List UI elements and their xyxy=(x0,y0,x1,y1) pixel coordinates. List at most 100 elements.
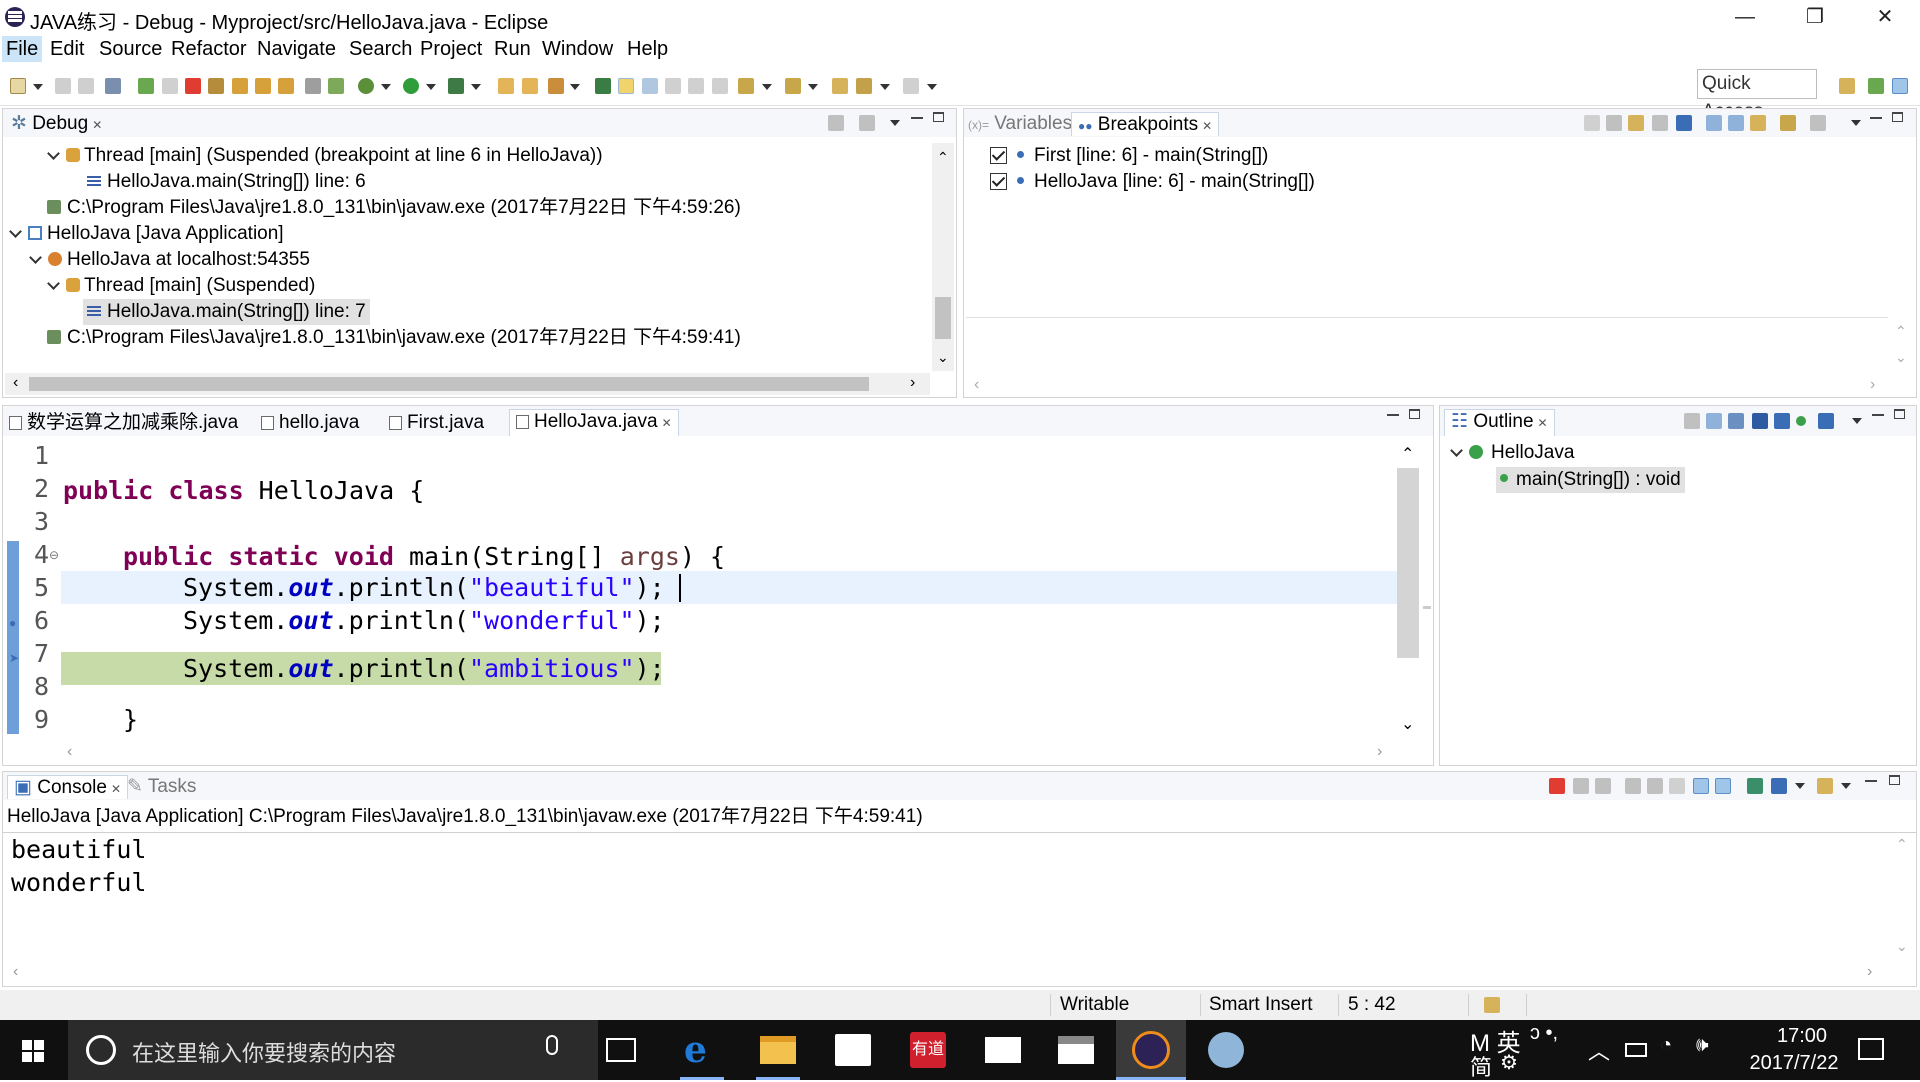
scroll-left-icon[interactable]: ‹ xyxy=(13,374,18,392)
ime-punctuation-icon[interactable]: ɔ •, xyxy=(1530,1022,1558,1045)
wifi-icon[interactable]: ◔ xyxy=(1660,1034,1672,1057)
display-selected-console-icon[interactable] xyxy=(1771,778,1787,794)
menu-window[interactable]: Window xyxy=(538,36,617,62)
code-line[interactable]: public class HelloJava { xyxy=(63,474,424,507)
chevron-down-icon[interactable] xyxy=(1450,444,1463,457)
code-line[interactable]: System.out.println("wonderful"); xyxy=(183,604,665,637)
chevron-down-icon[interactable] xyxy=(47,277,60,290)
maximize-icon[interactable] xyxy=(1894,409,1905,419)
minimize-icon[interactable] xyxy=(1870,117,1882,119)
next-annotation-icon[interactable] xyxy=(738,78,754,94)
view-menu-icon[interactable] xyxy=(859,115,875,131)
scroll-down-icon[interactable]: ⌄ xyxy=(937,349,949,366)
debug-dropdown-icon[interactable] xyxy=(381,84,391,90)
console-vertical-scrollbar[interactable]: ⌃ ⌄ xyxy=(1891,834,1913,962)
suspend-icon[interactable] xyxy=(162,78,178,94)
new-icon[interactable] xyxy=(10,78,26,94)
chevron-down-icon[interactable] xyxy=(47,147,60,160)
previous-annotation-icon[interactable] xyxy=(785,78,801,94)
close-icon[interactable]: ✕ xyxy=(1538,416,1548,430)
windows-start-icon[interactable] xyxy=(22,1040,44,1062)
breakpoint-item[interactable]: HelloJava [line: 6] - main(String[]) xyxy=(990,169,1315,195)
view-menu-dropdown-icon[interactable] xyxy=(1852,418,1862,424)
edge-browser-icon[interactable]: e xyxy=(684,1032,720,1068)
menu-file[interactable]: File xyxy=(2,36,43,62)
show-supported-breakpoints-icon[interactable] xyxy=(1628,115,1644,131)
menu-project[interactable]: Project xyxy=(416,36,486,62)
scroll-right-icon[interactable]: › xyxy=(910,374,915,392)
code-line[interactable]: System.out.println("ambitious"); xyxy=(183,652,665,685)
view-menu-dropdown-icon[interactable] xyxy=(1851,120,1861,126)
tab-editor-math[interactable]: 数学运算之加减乘除.java xyxy=(9,411,238,435)
open-console-icon[interactable] xyxy=(1817,778,1833,794)
hide-static-icon[interactable] xyxy=(1774,413,1790,429)
java-perspective-icon[interactable] xyxy=(1868,78,1884,94)
scroll-right-icon[interactable]: › xyxy=(1867,963,1872,981)
scroll-lock-icon[interactable] xyxy=(1647,778,1663,794)
file-explorer-icon[interactable] xyxy=(760,1036,796,1064)
new-package-icon[interactable] xyxy=(522,78,538,94)
scroll-left-icon[interactable]: ‹ xyxy=(13,963,18,981)
microphone-icon[interactable] xyxy=(546,1035,558,1055)
new-dropdown-icon[interactable] xyxy=(33,84,43,90)
go-to-file-icon[interactable] xyxy=(1652,115,1668,131)
save-all-icon[interactable] xyxy=(78,78,94,94)
scroll-left-icon[interactable]: ‹ xyxy=(67,743,72,761)
external-tools-dropdown-icon[interactable] xyxy=(471,84,481,90)
drop-to-frame-icon[interactable] xyxy=(305,78,321,94)
breakpoint-item[interactable]: First [line: 6] - main(String[]) xyxy=(990,143,1268,169)
fold-icon[interactable]: ⊖ xyxy=(49,548,59,562)
maximize-icon[interactable] xyxy=(933,112,944,122)
open-type-icon[interactable] xyxy=(595,78,611,94)
close-icon[interactable]: ✕ xyxy=(662,416,672,430)
youdao-dict-icon[interactable]: 有道 xyxy=(910,1032,946,1068)
tab-variables[interactable]: (x)= Variables xyxy=(968,112,1072,136)
link-with-debug-view-icon[interactable] xyxy=(1750,115,1766,131)
run-icon[interactable] xyxy=(403,78,419,94)
scroll-up-icon[interactable]: ⌃ xyxy=(1401,444,1414,464)
menu-help[interactable]: Help xyxy=(623,36,672,62)
hide-non-public-icon[interactable] xyxy=(1796,416,1806,426)
step-into-icon[interactable] xyxy=(232,78,248,94)
tree-row-app[interactable]: HelloJava [Java Application] xyxy=(9,221,284,247)
eclipse-taskbar-active[interactable] xyxy=(1116,1020,1186,1080)
show-formatting-icon[interactable] xyxy=(712,78,728,94)
collapse-all-icon[interactable] xyxy=(1706,413,1722,429)
remove-all-terminated-icon[interactable] xyxy=(1595,778,1611,794)
forward-icon[interactable] xyxy=(903,78,919,94)
tab-console[interactable]: ▣ Console ✕ xyxy=(7,775,129,799)
debug-vertical-scrollbar[interactable]: ⌃ ⌄ xyxy=(932,143,954,371)
resume-icon[interactable] xyxy=(138,78,154,94)
detail-vertical-scrollbar[interactable]: ⌃ ⌄ xyxy=(1890,321,1912,373)
menu-source[interactable]: Source xyxy=(95,36,166,62)
tree-row-process-1[interactable]: C:\Program Files\Java\jre1.8.0_131\bin\j… xyxy=(47,195,741,221)
sort-icon[interactable] xyxy=(1728,413,1744,429)
scroll-up-icon[interactable]: ⌃ xyxy=(1896,836,1908,853)
remove-all-breakpoints-icon[interactable] xyxy=(1606,115,1622,131)
clear-console-icon[interactable] xyxy=(1625,778,1641,794)
task-view-icon[interactable] xyxy=(606,1038,636,1062)
volume-icon[interactable]: 🕪 xyxy=(1696,1034,1709,1057)
tree-row-process-2[interactable]: C:\Program Files\Java\jre1.8.0_131\bin\j… xyxy=(47,325,741,351)
menu-edit[interactable]: Edit xyxy=(46,36,88,62)
chevron-down-icon[interactable] xyxy=(9,225,22,238)
close-icon[interactable]: ✕ xyxy=(1202,119,1212,133)
maximize-icon[interactable] xyxy=(1892,112,1903,122)
quick-access-field[interactable]: Quick Access xyxy=(1697,69,1817,122)
outline-method-node[interactable]: main(String[]) : void xyxy=(1496,467,1685,493)
breakpoint-checkbox[interactable] xyxy=(990,147,1007,164)
maximize-icon[interactable] xyxy=(1409,409,1420,419)
collapse-all-icon[interactable] xyxy=(1728,115,1744,131)
remove-launch-icon[interactable] xyxy=(1573,778,1589,794)
word-wrap-icon[interactable] xyxy=(688,78,704,94)
clock-date[interactable]: 2017/7/22 xyxy=(1734,1052,1854,1075)
view-menu-dropdown-icon[interactable] xyxy=(890,120,900,126)
add-java-exception-breakpoint-icon[interactable] xyxy=(1780,115,1796,131)
scroll-thumb[interactable] xyxy=(935,297,951,339)
scroll-down-icon[interactable]: ⌄ xyxy=(1896,938,1908,955)
toggle-block-selection-icon[interactable] xyxy=(642,78,658,94)
scroll-up-icon[interactable]: ⌃ xyxy=(937,149,949,166)
tree-row-thread-1[interactable]: Thread [main] (Suspended (breakpoint at … xyxy=(47,143,603,169)
debug-horizontal-scrollbar[interactable]: ‹ › xyxy=(5,373,930,395)
terminate-icon[interactable] xyxy=(1549,778,1565,794)
